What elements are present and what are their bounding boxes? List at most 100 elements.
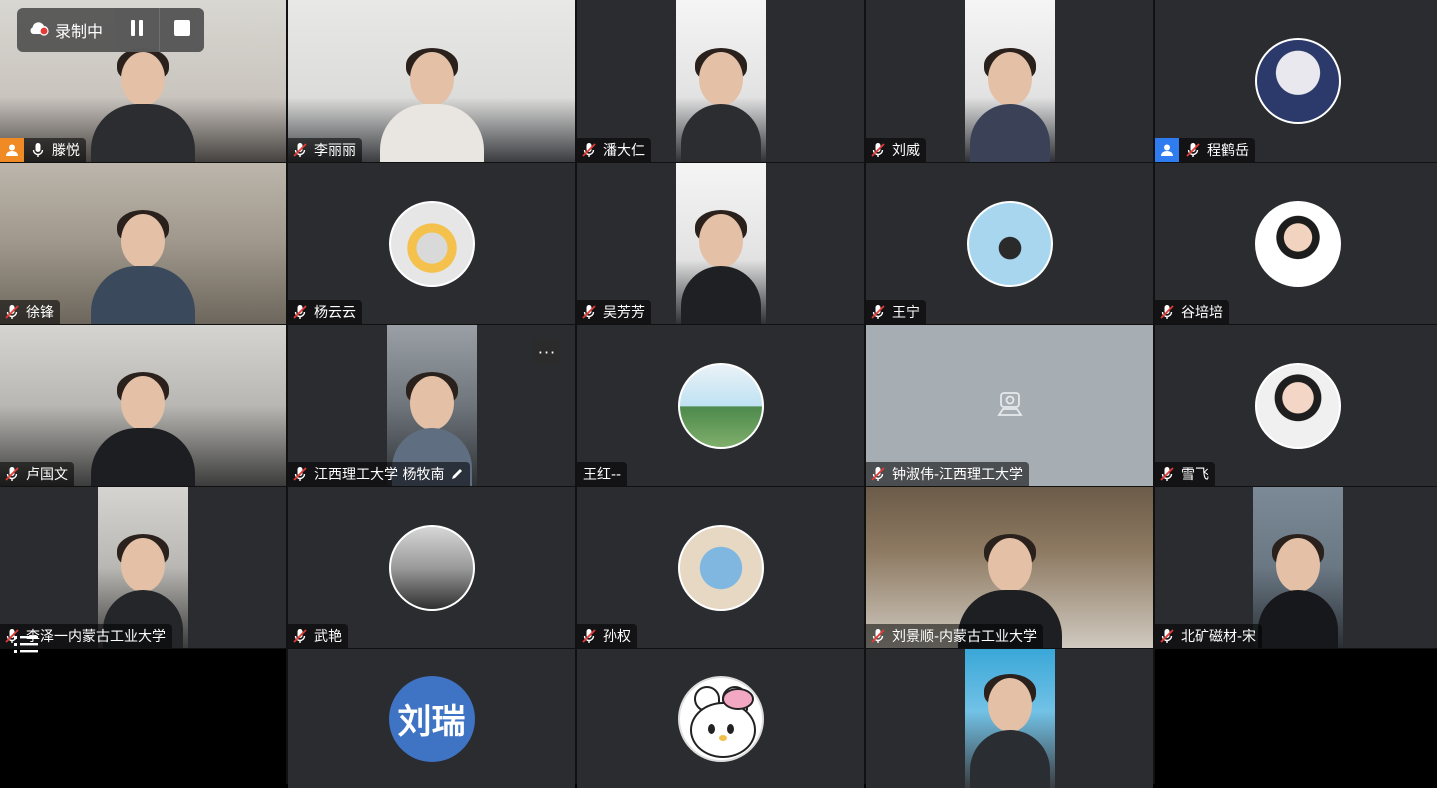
participant-video	[83, 372, 203, 486]
participant-label: 滕悦	[0, 138, 86, 162]
participant-label: 谷培培	[1155, 300, 1229, 324]
participant-avatar	[1255, 362, 1341, 449]
participant-tile[interactable]: ··· 江西理工大学 杨牧南	[288, 325, 575, 486]
more-options-button[interactable]: ···	[533, 339, 561, 365]
participant-tile[interactable]: 谷培培	[1155, 163, 1437, 324]
mic-muted-icon	[581, 628, 597, 644]
participant-tile[interactable]: 刘威	[866, 0, 1153, 162]
participant-tile[interactable]: 徐锋	[0, 163, 286, 324]
mic-muted-icon	[4, 304, 20, 320]
menu-icon[interactable]	[12, 632, 40, 656]
video-feed	[964, 649, 1055, 788]
video-feed	[675, 0, 766, 162]
participant-tile[interactable]: 李泽一内蒙古工业大学	[0, 487, 286, 648]
participant-label: 杨云云	[288, 300, 362, 324]
participant-tile[interactable]: 吴芳芳	[577, 163, 864, 324]
participant-tile[interactable]: 王红--	[577, 325, 864, 486]
participant-avatar	[1255, 38, 1341, 124]
participant-name: 王红--	[583, 467, 622, 483]
participant-tile[interactable]: 孙权	[577, 487, 864, 648]
mic-muted-icon	[292, 628, 308, 644]
hello-kitty-avatar	[677, 675, 764, 762]
participant-label: 程鹤岳	[1155, 138, 1255, 162]
participant-name: 卢国文	[26, 467, 68, 483]
participant-video	[1258, 534, 1338, 648]
pause-recording-button[interactable]	[115, 8, 160, 52]
recording-status: 录制中	[17, 8, 115, 52]
participant-name: 雪飞	[1181, 467, 1209, 483]
participant-name: 李丽丽	[314, 143, 356, 159]
participant-name: 谷培培	[1181, 305, 1223, 321]
mic-muted-icon	[581, 304, 597, 320]
participant-label: 武艳	[288, 624, 348, 648]
participant-video	[83, 210, 203, 324]
participant-label: 吴芳芳	[577, 300, 651, 324]
participant-tile[interactable]: 雪飞	[1155, 325, 1437, 486]
participant-avatar	[388, 524, 475, 611]
participant-name: 吴芳芳	[603, 305, 645, 321]
participant-label: 北矿磁材-宋	[1155, 624, 1263, 648]
video-feed	[1253, 487, 1343, 648]
participant-name: 刘景顺-内蒙古工业大学	[892, 629, 1038, 645]
participant-name: 北矿磁材-宋	[1181, 629, 1257, 645]
participant-avatar	[677, 362, 764, 449]
pause-icon	[129, 19, 145, 41]
participant-avatar	[677, 524, 764, 611]
participant-label: 孙权	[577, 624, 637, 648]
participant-avatar	[966, 200, 1053, 287]
participant-name: 滕悦	[52, 143, 80, 159]
mic-muted-icon	[1159, 466, 1175, 482]
microphone-icon	[30, 142, 46, 158]
mic-muted-icon	[1185, 142, 1201, 158]
participant-tile[interactable]: 钟淑伟-江西理工大学	[866, 325, 1153, 486]
participant-name: 杨云云	[314, 305, 356, 321]
participant-video	[83, 48, 203, 162]
participant-name: 江西理工大学 杨牧南	[314, 467, 445, 483]
participant-tile[interactable]: 李丽丽	[288, 0, 575, 162]
participant-tile[interactable]: 刘景顺-内蒙古工业大学	[866, 487, 1153, 648]
recording-label: 录制中	[55, 22, 104, 41]
participant-tile[interactable]: 潘大仁	[577, 0, 864, 162]
mic-muted-icon	[581, 142, 597, 158]
participant-tile[interactable]: 程鹤岳	[1155, 0, 1437, 162]
participant-label: 江西理工大学 杨牧南	[288, 462, 471, 486]
empty-tile	[0, 649, 286, 788]
participant-tile[interactable]: 北矿磁材-宋	[1155, 487, 1437, 648]
participant-name: 程鹤岳	[1207, 143, 1249, 159]
stop-icon	[173, 19, 191, 41]
cloud-recording-icon	[27, 20, 49, 40]
participant-tile[interactable]: 刘瑞	[288, 649, 575, 788]
participant-name: 徐锋	[26, 305, 54, 321]
video-feed	[675, 163, 766, 324]
mic-muted-icon	[1159, 628, 1175, 644]
participant-tile[interactable]	[577, 649, 864, 788]
participant-label: 王红--	[577, 462, 628, 486]
participant-label: 李丽丽	[288, 138, 362, 162]
participant-label: 卢国文	[0, 462, 74, 486]
participant-name: 钟淑伟-江西理工大学	[892, 467, 1024, 483]
stop-recording-button[interactable]	[159, 8, 205, 52]
participant-tile[interactable]: 卢国文	[0, 325, 286, 486]
participant-label: 徐锋	[0, 300, 60, 324]
edit-name-icon[interactable]	[450, 467, 464, 481]
mic-muted-icon	[870, 628, 886, 644]
participant-video	[680, 210, 761, 324]
participant-tile[interactable]	[866, 649, 1153, 788]
recording-toolbar: 录制中	[17, 8, 205, 52]
participant-name: 孙权	[603, 629, 631, 645]
participant-avatar	[388, 200, 475, 287]
empty-tile	[1155, 649, 1437, 788]
participant-label: 潘大仁	[577, 138, 651, 162]
participant-video	[969, 674, 1050, 788]
participant-tile[interactable]: 杨云云	[288, 163, 575, 324]
participant-name: 王宁	[892, 305, 920, 321]
mic-muted-icon	[4, 466, 20, 482]
participant-name: 刘威	[892, 143, 920, 159]
participant-tile[interactable]: 王宁	[866, 163, 1153, 324]
participant-label: 王宁	[866, 300, 926, 324]
mic-muted-icon	[870, 466, 886, 482]
participant-tile[interactable]: 武艳	[288, 487, 575, 648]
participant-label: 钟淑伟-江西理工大学	[866, 462, 1030, 486]
participant-label: 雪飞	[1155, 462, 1215, 486]
mic-muted-icon	[870, 304, 886, 320]
